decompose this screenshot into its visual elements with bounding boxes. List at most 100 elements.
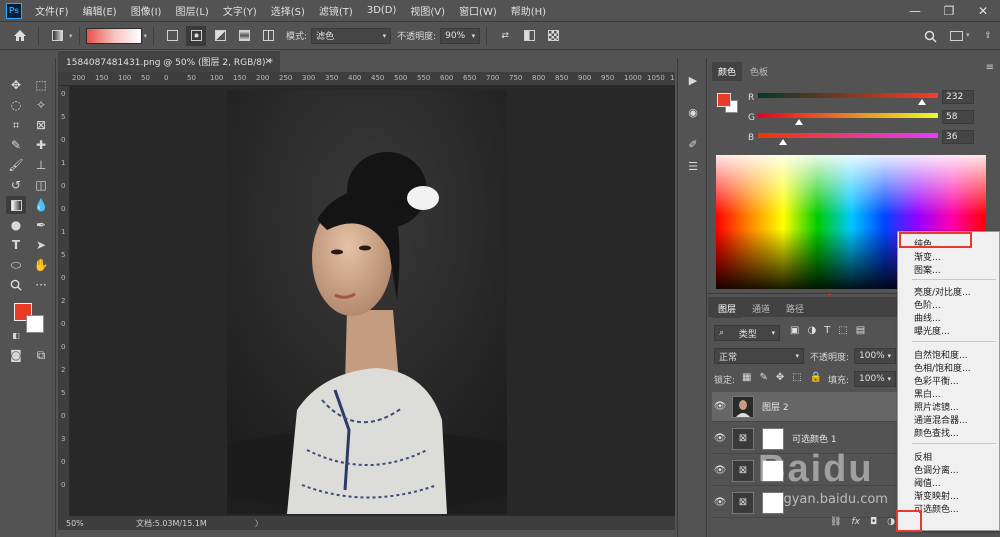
menu-item-color-lookup[interactable]: 颜色查找... [914,426,959,439]
layer-opacity-input[interactable]: 100% ▾ [854,348,896,364]
tool-preset-icon[interactable] [47,26,67,46]
green-slider-thumb[interactable] [795,119,804,125]
mode-select[interactable]: 滤色 ▾ [311,27,392,44]
menu-window[interactable]: 窗口(W) [452,3,504,18]
menu-layer[interactable]: 图层(L) [168,3,215,18]
menu-view[interactable]: 视图(V) [403,3,452,18]
menu-item-threshold[interactable]: 阈值... [914,476,941,489]
new-adjustment-layer-icon[interactable]: ◑ [887,517,895,527]
gradient-tool-icon[interactable] [6,196,26,214]
menu-item-brightness-contrast[interactable]: 亮度/对比度... [914,285,971,298]
layer-kind-filter[interactable]: ⌕ 类型 ▾ [714,325,780,341]
blend-mode-select[interactable]: 正常 ▾ [714,348,804,364]
tab-paths[interactable]: 路径 [780,299,810,318]
filter-smart-icon[interactable]: ▤ [856,325,865,336]
share-icon[interactable]: ⇪ [978,26,998,46]
linear-gradient-icon[interactable] [162,26,182,46]
menu-item-channel-mixer[interactable]: 通道混合器... [914,413,968,426]
home-icon[interactable] [10,26,30,46]
menu-item-hue-saturation[interactable]: 色相/饱和度... [914,361,971,374]
red-value[interactable]: 232 [942,90,974,104]
dither-icon[interactable] [519,26,539,46]
path-select-icon[interactable]: ➤ [31,236,51,254]
menu-item-gradient[interactable]: 渐变... [914,250,941,263]
red-slider-thumb[interactable] [917,99,926,105]
green-slider[interactable] [758,113,938,118]
brush-settings-icon[interactable]: ✐ [685,136,701,152]
filter-adjustment-icon[interactable]: ◑ [807,325,816,336]
screen-mode-icon[interactable]: ⧉ [31,346,51,364]
menu-item-exposure[interactable]: 曝光度... [914,324,950,337]
radial-gradient-icon[interactable] [186,25,207,46]
pen-tool-icon[interactable]: ✒ [31,216,51,234]
menu-type[interactable]: 文字(Y) [216,3,264,18]
photoshop-logo[interactable]: Ps [6,2,22,19]
healing-brush-icon[interactable]: ✚ [31,136,51,154]
background-color-swatch[interactable] [26,315,44,333]
menu-select[interactable]: 选择(S) [264,3,312,18]
menu-item-vibrance[interactable]: 自然饱和度... [914,348,968,361]
menu-item-posterize[interactable]: 色调分离... [914,463,959,476]
menu-item-gradient-map[interactable]: 渐变映射... [914,489,959,502]
menu-item-photo-filter[interactable]: 照片滤镜... [914,400,959,413]
maximize-icon[interactable]: ❐ [932,0,966,22]
chevron-down-icon[interactable]: ▾ [69,32,73,40]
close-icon[interactable]: ✕ [966,0,1000,22]
layer-name[interactable]: 图层 2 [762,400,789,413]
lock-image-icon[interactable]: ✎ [759,372,767,383]
menu-item-curves[interactable]: 曲线... [914,311,941,324]
clone-stamp-icon[interactable]: ⊥ [31,156,51,174]
chevron-down-icon[interactable]: ▾ [966,31,970,39]
magic-wand-icon[interactable]: ✧ [31,96,51,114]
quick-mask-icon[interactable]: ◙ [6,346,26,364]
eyedropper-icon[interactable]: ✎ [6,136,26,154]
blur-tool-icon[interactable]: 💧 [31,196,51,214]
gradient-picker[interactable] [85,27,142,44]
red-slider[interactable] [758,93,938,98]
lasso-tool-icon[interactable]: ◌ [6,96,26,114]
panel-menu-icon[interactable]: ≡ [986,62,994,73]
blue-slider-thumb[interactable] [779,139,788,145]
add-mask-icon[interactable]: ◘ [870,517,877,527]
visibility-eye-icon[interactable]: 👁 [712,401,728,412]
frame-tool-icon[interactable]: ⊠ [31,116,51,134]
document-tab[interactable]: 1584087481431.png @ 50% (图层 2, RGB/8) * … [58,50,280,72]
menu-item-invert[interactable]: 反相 [914,450,932,463]
menu-image[interactable]: 图像(I) [124,3,169,18]
image-canvas[interactable] [227,90,507,514]
filter-type-icon[interactable]: T [824,325,830,336]
lock-all-icon[interactable]: 🔒 [810,372,822,383]
blue-value[interactable]: 36 [942,130,974,144]
properties-panel-icon[interactable]: ◉ [685,104,701,120]
filter-shape-icon[interactable]: ⬚ [838,325,847,336]
menu-item-color-balance[interactable]: 色彩平衡... [914,374,959,387]
tab-color[interactable]: 颜色 [712,62,743,81]
ellipse-tool-icon[interactable]: ⬭ [6,256,26,274]
marquee-tool-icon[interactable]: ⬚ [31,76,51,94]
crop-tool-icon[interactable]: ⌗ [6,116,26,134]
zoom-tool-icon[interactable] [6,276,26,294]
history-panel-icon[interactable]: ▶ [685,72,701,88]
tab-layers[interactable]: 图层 [712,299,743,318]
status-arrow-icon[interactable]: 〉 [255,518,263,529]
visibility-eye-icon[interactable]: 👁 [712,465,728,476]
reflected-gradient-icon[interactable] [234,26,254,46]
menu-item-pattern[interactable]: 图案... [914,263,941,276]
layer-name[interactable]: 可选颜色 1 [792,432,837,445]
menu-filter[interactable]: 滤镜(T) [312,3,360,18]
menu-item-black-white[interactable]: 黑白... [914,387,941,400]
move-tool-icon[interactable]: ✥ [6,76,26,94]
link-layers-icon[interactable]: ⛓ [830,517,841,527]
history-brush-icon[interactable]: ↺ [6,176,26,194]
filter-pixel-icon[interactable]: ▣ [790,325,799,336]
visibility-eye-icon[interactable]: 👁 [712,497,728,508]
lock-position-icon[interactable]: ✥ [776,372,784,383]
blue-slider[interactable] [758,133,938,138]
diamond-gradient-icon[interactable] [258,26,278,46]
angle-gradient-icon[interactable] [210,26,230,46]
lock-transparent-icon[interactable]: ▦ [742,372,751,383]
dodge-tool-icon[interactable]: ● [6,216,26,234]
type-tool-icon[interactable]: T [6,236,26,254]
brush-tool-icon[interactable]: 🖌 [6,156,26,174]
adjustments-panel-icon[interactable]: ☰ [685,158,701,174]
